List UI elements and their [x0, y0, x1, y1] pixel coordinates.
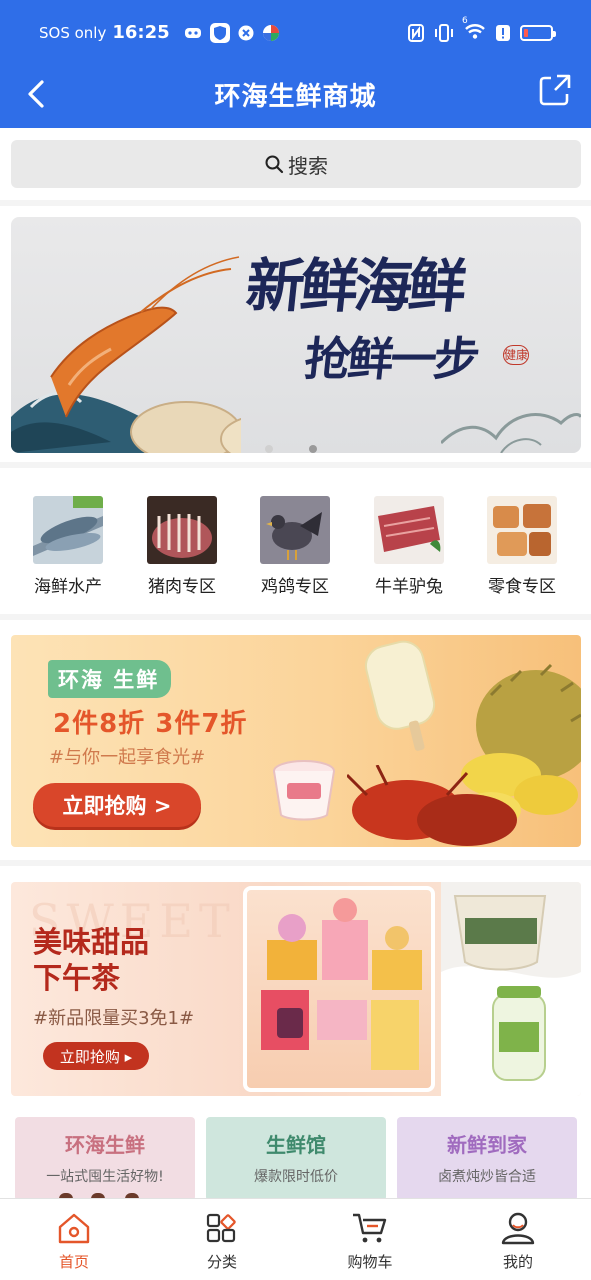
banner-section: 新鲜海鲜 抢鲜一步 健康 — [0, 206, 591, 462]
cart-icon — [353, 1213, 387, 1243]
clock: 16:25 — [112, 22, 170, 43]
dessert-photo — [243, 886, 435, 1092]
search-icon — [265, 155, 284, 174]
feature-tiles: 环海生鲜 一站式囤生活好物! 生鲜馆 爆款限时低价 新鲜到家 卤煮炖炒皆合适 — [0, 1110, 591, 1201]
tile-subtitle: 卤煮炖炒皆合适 — [438, 1169, 536, 1185]
status-icons — [184, 22, 280, 43]
shield-icon — [209, 22, 230, 43]
tab-label: 我的 — [502, 1253, 533, 1271]
tile-fresh-hall[interactable]: 生鲜馆 爆款限时低价 — [206, 1117, 386, 1201]
category-label: 猪肉专区 — [148, 577, 216, 597]
search-label: 搜索 — [288, 153, 328, 178]
wifi-badge: 6 — [462, 16, 468, 26]
app-icon — [262, 24, 279, 41]
top-bar: SOS only 16:25 6 环海生鲜商城 — [0, 0, 591, 128]
category-item-snacks[interactable]: 零食专区 — [467, 496, 577, 597]
discount-offer: 2件8折 3件7折 — [53, 709, 248, 739]
tile-fresh-delivery[interactable]: 新鲜到家 卤煮炖炒皆合适 — [397, 1117, 577, 1201]
tile-title: 生鲜馆 — [266, 1133, 326, 1157]
vibrate-icon — [435, 24, 453, 42]
game-icon — [184, 27, 201, 38]
tile-huanhai[interactable]: 环海生鲜 一站式囤生活好物! — [15, 1117, 195, 1201]
tile-subtitle: 爆款限时低价 — [254, 1169, 338, 1185]
dessert-banner[interactable]: SWEET 美味甜品 下午茶 #新品限量买3免1# 立即抢购 ▸ — [11, 882, 581, 1096]
wave-ornament — [441, 413, 581, 453]
bottom-tab-bar: 首页 分类 购物车 我的 — [0, 1198, 591, 1280]
status-right: 6 — [408, 16, 556, 44]
tab-label: 分类 — [206, 1253, 237, 1271]
banner-dot[interactable] — [309, 445, 317, 453]
tab-home[interactable]: 首页 — [24, 1211, 124, 1272]
category-item-beef-lamb[interactable]: 牛羊驴兔 — [354, 496, 464, 597]
user-icon — [501, 1212, 535, 1245]
poultry-thumbnail — [260, 496, 330, 564]
search-section: 搜索 — [0, 128, 591, 200]
yogurt-illustration — [441, 882, 581, 1096]
category-icon — [206, 1213, 236, 1243]
brand-tag: 环海 生鲜 — [48, 660, 172, 698]
buy-now-button[interactable]: 立即抢购 > — [33, 783, 201, 827]
tab-category[interactable]: 分类 — [172, 1211, 272, 1272]
popsicle-illustration — [364, 640, 436, 751]
category-label: 海鲜水产 — [34, 577, 102, 597]
dessert-illustration — [261, 898, 422, 1070]
battery-level — [524, 29, 528, 37]
page-title: 环海生鲜商城 — [214, 82, 377, 112]
search-bar[interactable]: 搜索 — [11, 140, 581, 188]
banner-seal: 健康 — [503, 345, 529, 365]
tab-label: 首页 — [58, 1253, 89, 1271]
share-icon[interactable] — [537, 72, 573, 108]
dessert-hashtag: #新品限量买3免1# — [33, 1008, 195, 1029]
promo-section-2: SWEET 美味甜品 下午茶 #新品限量买3免1# 立即抢购 ▸ — [0, 866, 591, 1110]
category-label: 鸡鸽专区 — [261, 577, 329, 597]
tile-title: 新鲜到家 — [447, 1133, 527, 1157]
category-item-poultry[interactable]: 鸡鸽专区 — [240, 496, 350, 597]
dessert-buy-button[interactable]: 立即抢购 ▸ — [43, 1042, 149, 1070]
banner-pagination — [265, 445, 317, 453]
banner-headline: 新鲜海鲜 — [242, 252, 467, 320]
carrier-text: SOS only — [39, 23, 107, 42]
category-label: 牛羊驴兔 — [375, 577, 443, 597]
alert-icon — [496, 25, 510, 41]
banner-dot[interactable] — [265, 445, 273, 453]
promo-section-1: 环海 生鲜 2件8折 3件7折 #与你一起享食光# 立即抢购 > — [0, 620, 591, 860]
tile-subtitle: 一站式囤生活好物! — [46, 1169, 164, 1185]
close-icon — [238, 25, 254, 40]
category-item-seafood[interactable]: 海鲜水产 — [13, 496, 123, 597]
category-item-pork[interactable]: 猪肉专区 — [127, 496, 237, 597]
nfc-icon — [408, 24, 424, 42]
category-grid: 海鲜水产 猪肉专区 鸡鸽专区 牛羊驴兔 零食专区 — [0, 468, 591, 614]
tile-title: 环海生鲜 — [65, 1133, 145, 1157]
dessert-title-line1: 美味甜品 — [33, 925, 150, 959]
wifi-group: 6 — [462, 16, 486, 44]
seafood-thumbnail — [33, 496, 103, 564]
dessert-title-line2: 下午茶 — [33, 961, 121, 995]
tab-label: 购物车 — [347, 1253, 393, 1271]
shrimp-illustration — [11, 256, 241, 453]
battery-icon — [520, 25, 556, 41]
hero-banner[interactable]: 新鲜海鲜 抢鲜一步 健康 — [11, 217, 581, 453]
promo-hashtag: #与你一起享食光# — [49, 747, 206, 768]
tab-cart[interactable]: 购物车 — [320, 1211, 420, 1272]
app-header: 环海生鲜商城 — [0, 64, 591, 128]
category-label: 零食专区 — [488, 577, 556, 597]
tab-profile[interactable]: 我的 — [468, 1211, 568, 1272]
status-left: SOS only 16:25 — [39, 22, 280, 43]
ice-cream-cup-illustration — [273, 760, 335, 821]
crayfish-illustration — [347, 765, 517, 846]
discount-banner[interactable]: 环海 生鲜 2件8折 3件7折 #与你一起享食光# 立即抢购 > — [11, 635, 581, 847]
banner-subline: 抢鲜一步 — [301, 332, 480, 386]
status-bar: SOS only 16:25 6 — [0, 0, 591, 64]
snacks-thumbnail — [487, 496, 557, 564]
home-icon — [58, 1213, 90, 1244]
beef-thumbnail — [374, 496, 444, 564]
dessert-title: 美味甜品 下午茶 — [33, 924, 149, 996]
pork-thumbnail — [147, 496, 217, 564]
